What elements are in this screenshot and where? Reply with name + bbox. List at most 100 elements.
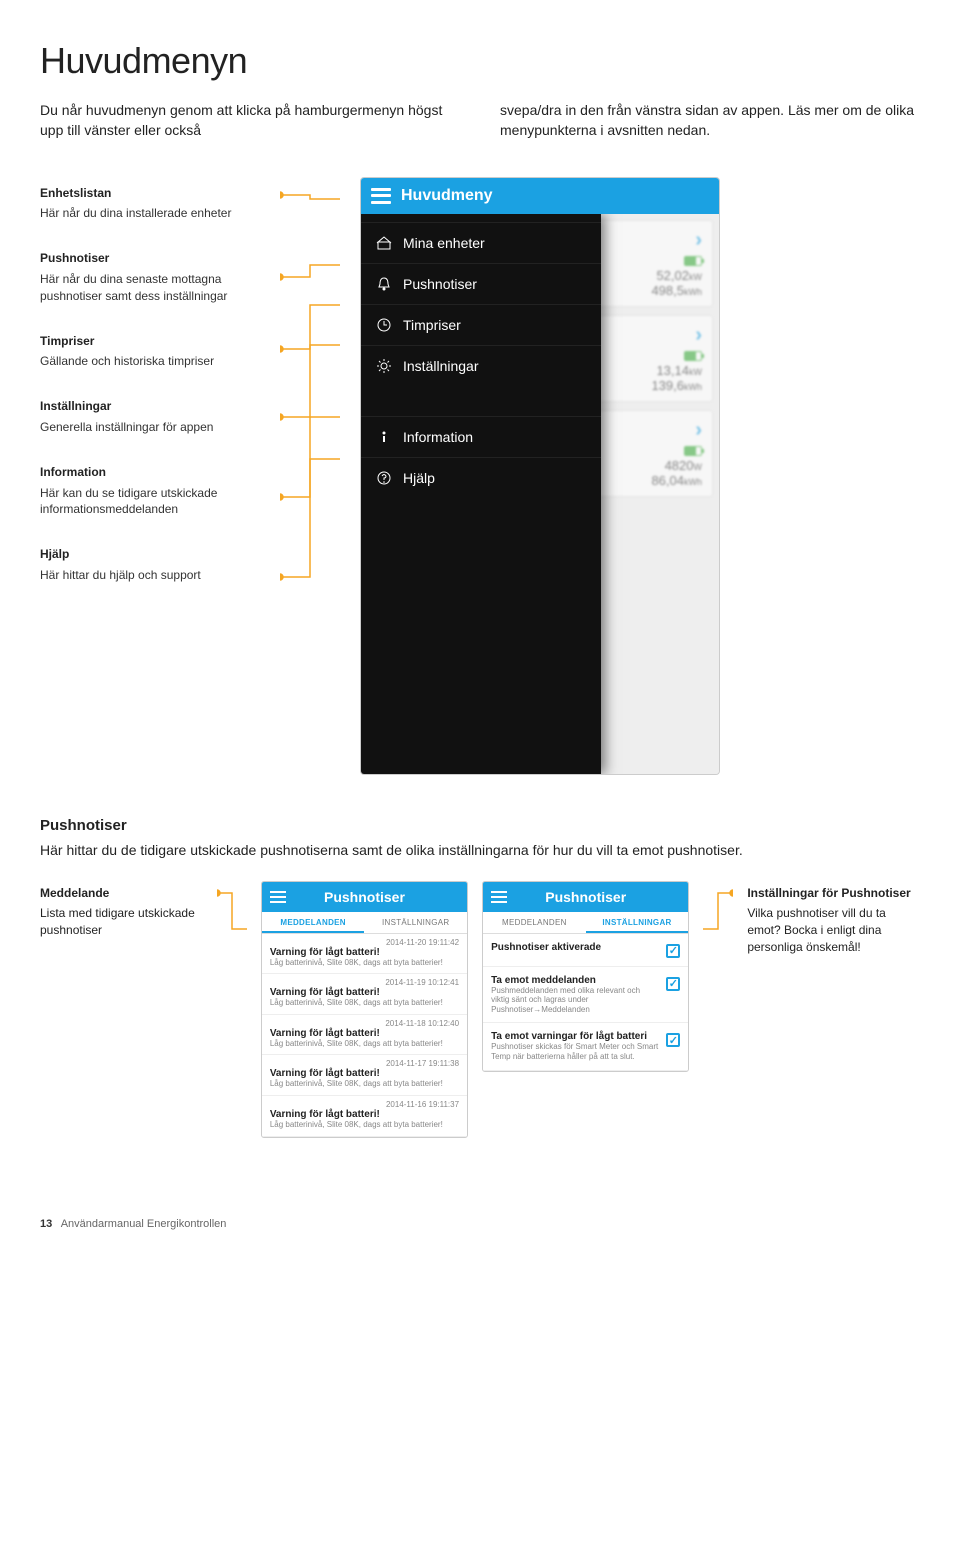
timestamp: 2014-11-20 19:11:42 [270,938,459,947]
phone-screenshot-installningar: Pushnotiser MEDDELANDEN INSTÄLLNINGAR Pu… [482,881,689,1072]
drawer-item-hjalp[interactable]: Hjälp [361,457,601,498]
item-desc: Låg batterinivå, Slite 08K, dags att byt… [270,1079,459,1089]
mini-title: Pushnotiser [545,889,626,905]
value: 52,02 [656,268,689,283]
drawer-menu[interactable]: Mina enheter Pushnotiser Timpriser Instä… [361,214,601,774]
unit: kW [689,367,702,377]
tab-meddelanden[interactable]: MEDDELANDEN [483,912,586,933]
value: 139,6 [651,378,684,393]
setting-title: Pushnotiser aktiverade [491,942,660,953]
drawer-item-installningar[interactable]: Inställningar [361,345,601,386]
drawer-item-timpriser[interactable]: Timpriser [361,304,601,345]
unit: kWh [684,477,702,487]
callout-title: Timpriser [40,333,260,350]
callout-pushnotiser: Pushnotiser Här når du dina senaste mott… [40,250,260,304]
phone-screenshot-meddelanden: Pushnotiser MEDDELANDEN INSTÄLLNINGAR 20… [261,881,468,1138]
unit: W [694,462,703,472]
drawer-item-label: Mina enheter [403,235,485,251]
mini-topbar: Pushnotiser [483,882,688,912]
hamburger-icon[interactable] [371,188,391,204]
checkbox-icon[interactable]: ✓ [666,1033,680,1047]
callout-desc: Lista med tidigare utskickade pushnotise… [40,905,203,939]
battery-icon [684,446,702,456]
value: 498,5 [651,283,684,298]
item-title: Varning för lågt batteri! [270,947,459,958]
item-desc: Låg batterinivå, Slite 08K, dags att byt… [270,1120,459,1130]
help-icon [375,469,393,487]
list-item[interactable]: 2014-11-16 19:11:37 Varning för lågt bat… [262,1096,467,1137]
intro-columns: Du når huvudmenyn genom att klicka på ha… [40,100,920,141]
timestamp: 2014-11-19 10:12:41 [270,978,459,987]
page-footer: 13 Användarmanual Energikontrollen [40,1218,920,1230]
tab-installningar[interactable]: INSTÄLLNINGAR [364,912,467,933]
drawer-item-pushnotiser[interactable]: Pushnotiser [361,263,601,304]
section-desc: Här hittar du de tidigare utskickade pus… [40,840,920,860]
unit: kW [689,272,702,282]
connector-right [703,881,733,946]
item-desc: Låg batterinivå, Slite 08K, dags att byt… [270,958,459,968]
list-item[interactable]: 2014-11-20 19:11:42 Varning för lågt bat… [262,934,467,975]
info-icon [375,428,393,446]
setting-item[interactable]: Pushnotiser aktiverade ✓ [483,934,688,967]
gear-icon [375,357,393,375]
checkbox-icon[interactable]: ✓ [666,977,680,991]
topbar-title: Huvudmeny [401,187,493,205]
list-item[interactable]: 2014-11-17 19:11:38 Varning för lågt bat… [262,1055,467,1096]
callout-enhetslistan: Enhetslistan Här når du dina installerad… [40,185,260,223]
callout-title: Inställningar för Pushnotiser [747,885,920,902]
chevron-icon: › [695,419,702,442]
unit: kWh [684,382,702,392]
chevron-icon: › [695,229,702,252]
tab-meddelanden[interactable]: MEDDELANDEN [262,912,365,933]
connectors [280,177,340,657]
list-item[interactable]: 2014-11-18 10:12:40 Varning för lågt bat… [262,1015,467,1056]
mini-tabs: MEDDELANDEN INSTÄLLNINGAR [483,912,688,934]
setting-item[interactable]: Ta emot varningar för lågt batteri Pushn… [483,1023,688,1070]
callout-desc: Här kan du se tidigare utskickade inform… [40,485,260,519]
connector-left [217,881,247,946]
callout-title: Information [40,464,260,481]
setting-item[interactable]: Ta emot meddelanden Pushmeddelanden med … [483,967,688,1024]
item-title: Varning för lågt batteri! [270,1028,459,1039]
setting-title: Ta emot varningar för lågt batteri [491,1031,660,1042]
phone-topbar: Huvudmeny [361,178,719,214]
doc-title: Användarmanual Energikontrollen [61,1218,227,1230]
hamburger-icon[interactable] [270,891,286,903]
callout-desc: Här når du dina senaste mottagna pushnot… [40,271,260,305]
clock-icon [375,316,393,334]
mini-title: Pushnotiser [324,889,405,905]
callout-desc: Generella inställningar för appen [40,419,260,436]
list-item[interactable]: 2014-11-19 10:12:41 Varning för lågt bat… [262,974,467,1015]
setting-desc: Pushmeddelanden med olika relevant och v… [491,986,660,1015]
hamburger-icon[interactable] [491,891,507,903]
callout-desc: Här når du dina installerade enheter [40,205,260,222]
intro-left: Du når huvudmenyn genom att klicka på ha… [40,100,460,141]
checkbox-icon[interactable]: ✓ [666,944,680,958]
drawer-item-information[interactable]: Information [361,416,601,457]
drawer-item-label: Timpriser [403,317,461,333]
callout-title: Meddelande [40,885,203,902]
mini-topbar: Pushnotiser [262,882,467,912]
notification-list: 2014-11-20 19:11:42 Varning för lågt bat… [262,934,467,1137]
callout-desc: Gällande och historiska timpriser [40,353,260,370]
callout-installningar: Inställningar Generella inställningar fö… [40,398,260,436]
value: 13,14 [656,363,689,378]
callout-title: Inställningar [40,398,260,415]
chevron-icon: › [695,324,702,347]
drawer-item-mina-enheter[interactable]: Mina enheter [361,222,601,263]
callout-desc: Vilka pushnotiser vill du ta emot? Bocka… [747,905,920,955]
callout-title: Enhetslistan [40,185,260,202]
settings-list: Pushnotiser aktiverade ✓ Ta emot meddela… [483,934,688,1071]
bell-icon [375,275,393,293]
item-desc: Låg batterinivå, Slite 08K, dags att byt… [270,998,459,1008]
home-icon [375,234,393,252]
callout-hjalp: Hjälp Här hittar du hjälp och support [40,546,260,584]
drawer-item-label: Information [403,429,473,445]
unit: kWh [684,287,702,297]
tab-installningar[interactable]: INSTÄLLNINGAR [586,912,689,933]
callout-meddelande: Meddelande Lista med tidigare utskickade… [40,881,203,939]
item-title: Varning för lågt batteri! [270,1109,459,1120]
phone-screenshot-main: Huvudmeny Isby› Sedan midnattFörbr. Just… [360,177,720,775]
drawer-item-label: Inställningar [403,358,479,374]
item-title: Varning för lågt batteri! [270,987,459,998]
